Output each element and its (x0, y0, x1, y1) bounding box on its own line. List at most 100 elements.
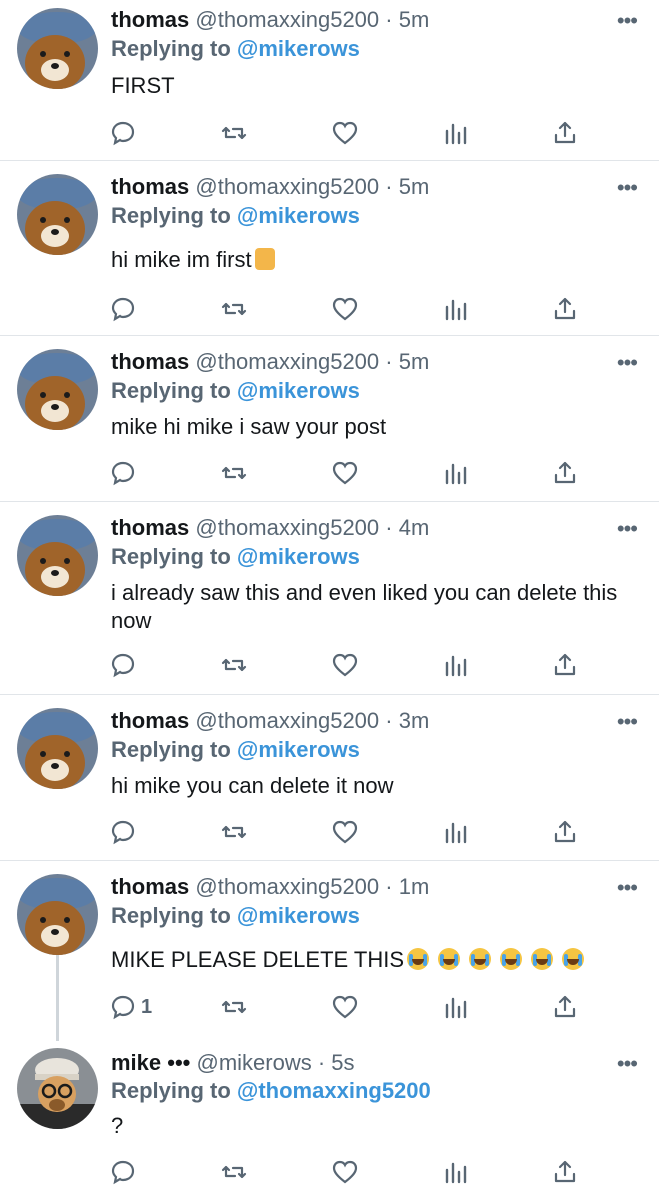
timestamp[interactable]: 5s (331, 1050, 354, 1075)
reply-button[interactable] (109, 1157, 141, 1187)
tweet[interactable]: thomas @thomaxxing5200 · 3m Replying to … (0, 695, 659, 860)
retweet-button[interactable] (220, 1157, 248, 1187)
user-handle[interactable]: @thomaxxing5200 (195, 874, 379, 899)
timestamp[interactable]: 4m (399, 515, 430, 540)
like-button[interactable] (331, 817, 359, 847)
replying-to-handle[interactable]: @mikerows (237, 378, 360, 403)
display-name[interactable]: mike ••• (111, 1050, 190, 1075)
replying-to-handle[interactable]: @mikerows (237, 203, 360, 228)
crying-face-emoji-icon (500, 948, 523, 970)
reply-icon (111, 995, 135, 1020)
analytics-button[interactable] (442, 817, 470, 847)
more-icon[interactable]: ••• (617, 1053, 638, 1075)
analytics-icon (445, 1162, 467, 1184)
like-button[interactable] (331, 650, 359, 680)
analytics-button[interactable] (442, 118, 470, 148)
heart-icon (332, 297, 358, 321)
display-name[interactable]: thomas (111, 874, 189, 899)
more-icon[interactable]: ••• (617, 352, 638, 374)
reply-icon (111, 1160, 135, 1185)
analytics-button[interactable] (442, 1157, 470, 1187)
replying-to-handle[interactable]: @thomaxxing5200 (237, 1078, 431, 1103)
retweet-icon (221, 1000, 247, 1014)
action-bar (0, 458, 659, 488)
retweet-button[interactable] (220, 458, 248, 488)
timestamp[interactable]: 3m (399, 708, 430, 733)
reply-button[interactable] (109, 817, 141, 847)
user-handle[interactable]: @thomaxxing5200 (195, 349, 379, 374)
heart-icon (332, 995, 358, 1019)
timestamp[interactable]: 5m (399, 349, 430, 374)
timestamp[interactable]: 1m (399, 874, 430, 899)
avatar[interactable] (17, 174, 98, 255)
replying-to-handle[interactable]: @mikerows (237, 737, 360, 762)
replying-to-handle[interactable]: @mikerows (237, 36, 360, 61)
avatar[interactable] (17, 8, 98, 89)
share-button[interactable] (551, 294, 579, 324)
display-name[interactable]: thomas (111, 708, 189, 733)
share-button[interactable] (551, 992, 579, 1022)
analytics-button[interactable] (442, 294, 470, 324)
user-handle[interactable]: @thomaxxing5200 (195, 7, 379, 32)
replying-to-label: Replying to (111, 203, 231, 228)
like-button[interactable] (331, 992, 359, 1022)
reply-button[interactable] (109, 650, 141, 680)
reply-icon (111, 121, 135, 146)
avatar[interactable] (17, 708, 98, 789)
timestamp[interactable]: 5m (399, 174, 430, 199)
user-handle[interactable]: @thomaxxing5200 (195, 708, 379, 733)
reply-button[interactable] (109, 118, 141, 148)
more-icon[interactable]: ••• (617, 177, 638, 199)
more-icon[interactable]: ••• (617, 518, 638, 540)
analytics-button[interactable] (442, 992, 470, 1022)
tweet-header: thomas @thomaxxing5200 · 5m (111, 6, 429, 34)
display-name[interactable]: thomas (111, 174, 189, 199)
display-name[interactable]: thomas (111, 515, 189, 540)
share-button[interactable] (551, 1157, 579, 1187)
tweet[interactable]: thomas @thomaxxing5200 · 5m Replying to … (0, 161, 659, 335)
avatar[interactable] (17, 515, 98, 596)
heart-icon (332, 461, 358, 485)
more-icon[interactable]: ••• (617, 877, 638, 899)
tweet[interactable]: mike ••• @mikerows · 5s Replying to @tho… (0, 1041, 659, 1200)
reply-button[interactable] (109, 458, 141, 488)
dot-separator: · (379, 349, 399, 374)
retweet-button[interactable] (220, 118, 248, 148)
retweet-icon (221, 302, 247, 316)
retweet-button[interactable] (220, 817, 248, 847)
retweet-button[interactable] (220, 650, 248, 680)
tweet[interactable]: thomas @thomaxxing5200 · 5m Replying to … (0, 336, 659, 501)
analytics-button[interactable] (442, 458, 470, 488)
reply-button[interactable] (109, 294, 141, 324)
share-icon (554, 820, 576, 843)
display-name[interactable]: thomas (111, 349, 189, 374)
user-handle[interactable]: @thomaxxing5200 (195, 174, 379, 199)
retweet-button[interactable] (220, 992, 248, 1022)
like-button[interactable] (331, 118, 359, 148)
avatar[interactable] (17, 349, 98, 430)
like-button[interactable] (331, 458, 359, 488)
share-button[interactable] (551, 118, 579, 148)
more-icon[interactable]: ••• (617, 10, 638, 32)
like-button[interactable] (331, 1157, 359, 1187)
user-handle[interactable]: @thomaxxing5200 (195, 515, 379, 540)
avatar[interactable] (17, 874, 98, 955)
share-button[interactable] (551, 458, 579, 488)
analytics-button[interactable] (442, 650, 470, 680)
replying-to-handle[interactable]: @mikerows (237, 903, 360, 928)
timestamp[interactable]: 5m (399, 7, 430, 32)
tweet[interactable]: thomas @thomaxxing5200 · 5m Replying to … (0, 0, 659, 160)
user-handle[interactable]: @mikerows (197, 1050, 312, 1075)
replying-to-handle[interactable]: @mikerows (237, 544, 360, 569)
like-button[interactable] (331, 294, 359, 324)
reply-button[interactable]: 1 (109, 992, 152, 1022)
share-button[interactable] (551, 650, 579, 680)
share-button[interactable] (551, 817, 579, 847)
avatar[interactable] (17, 1048, 98, 1129)
display-name[interactable]: thomas (111, 7, 189, 32)
retweet-button[interactable] (220, 294, 248, 324)
action-bar (0, 817, 659, 847)
tweet[interactable]: thomas @thomaxxing5200 · 4m Replying to … (0, 502, 659, 694)
more-icon[interactable]: ••• (617, 711, 638, 733)
tweet[interactable]: thomas @thomaxxing5200 · 1m Replying to … (0, 861, 659, 1041)
